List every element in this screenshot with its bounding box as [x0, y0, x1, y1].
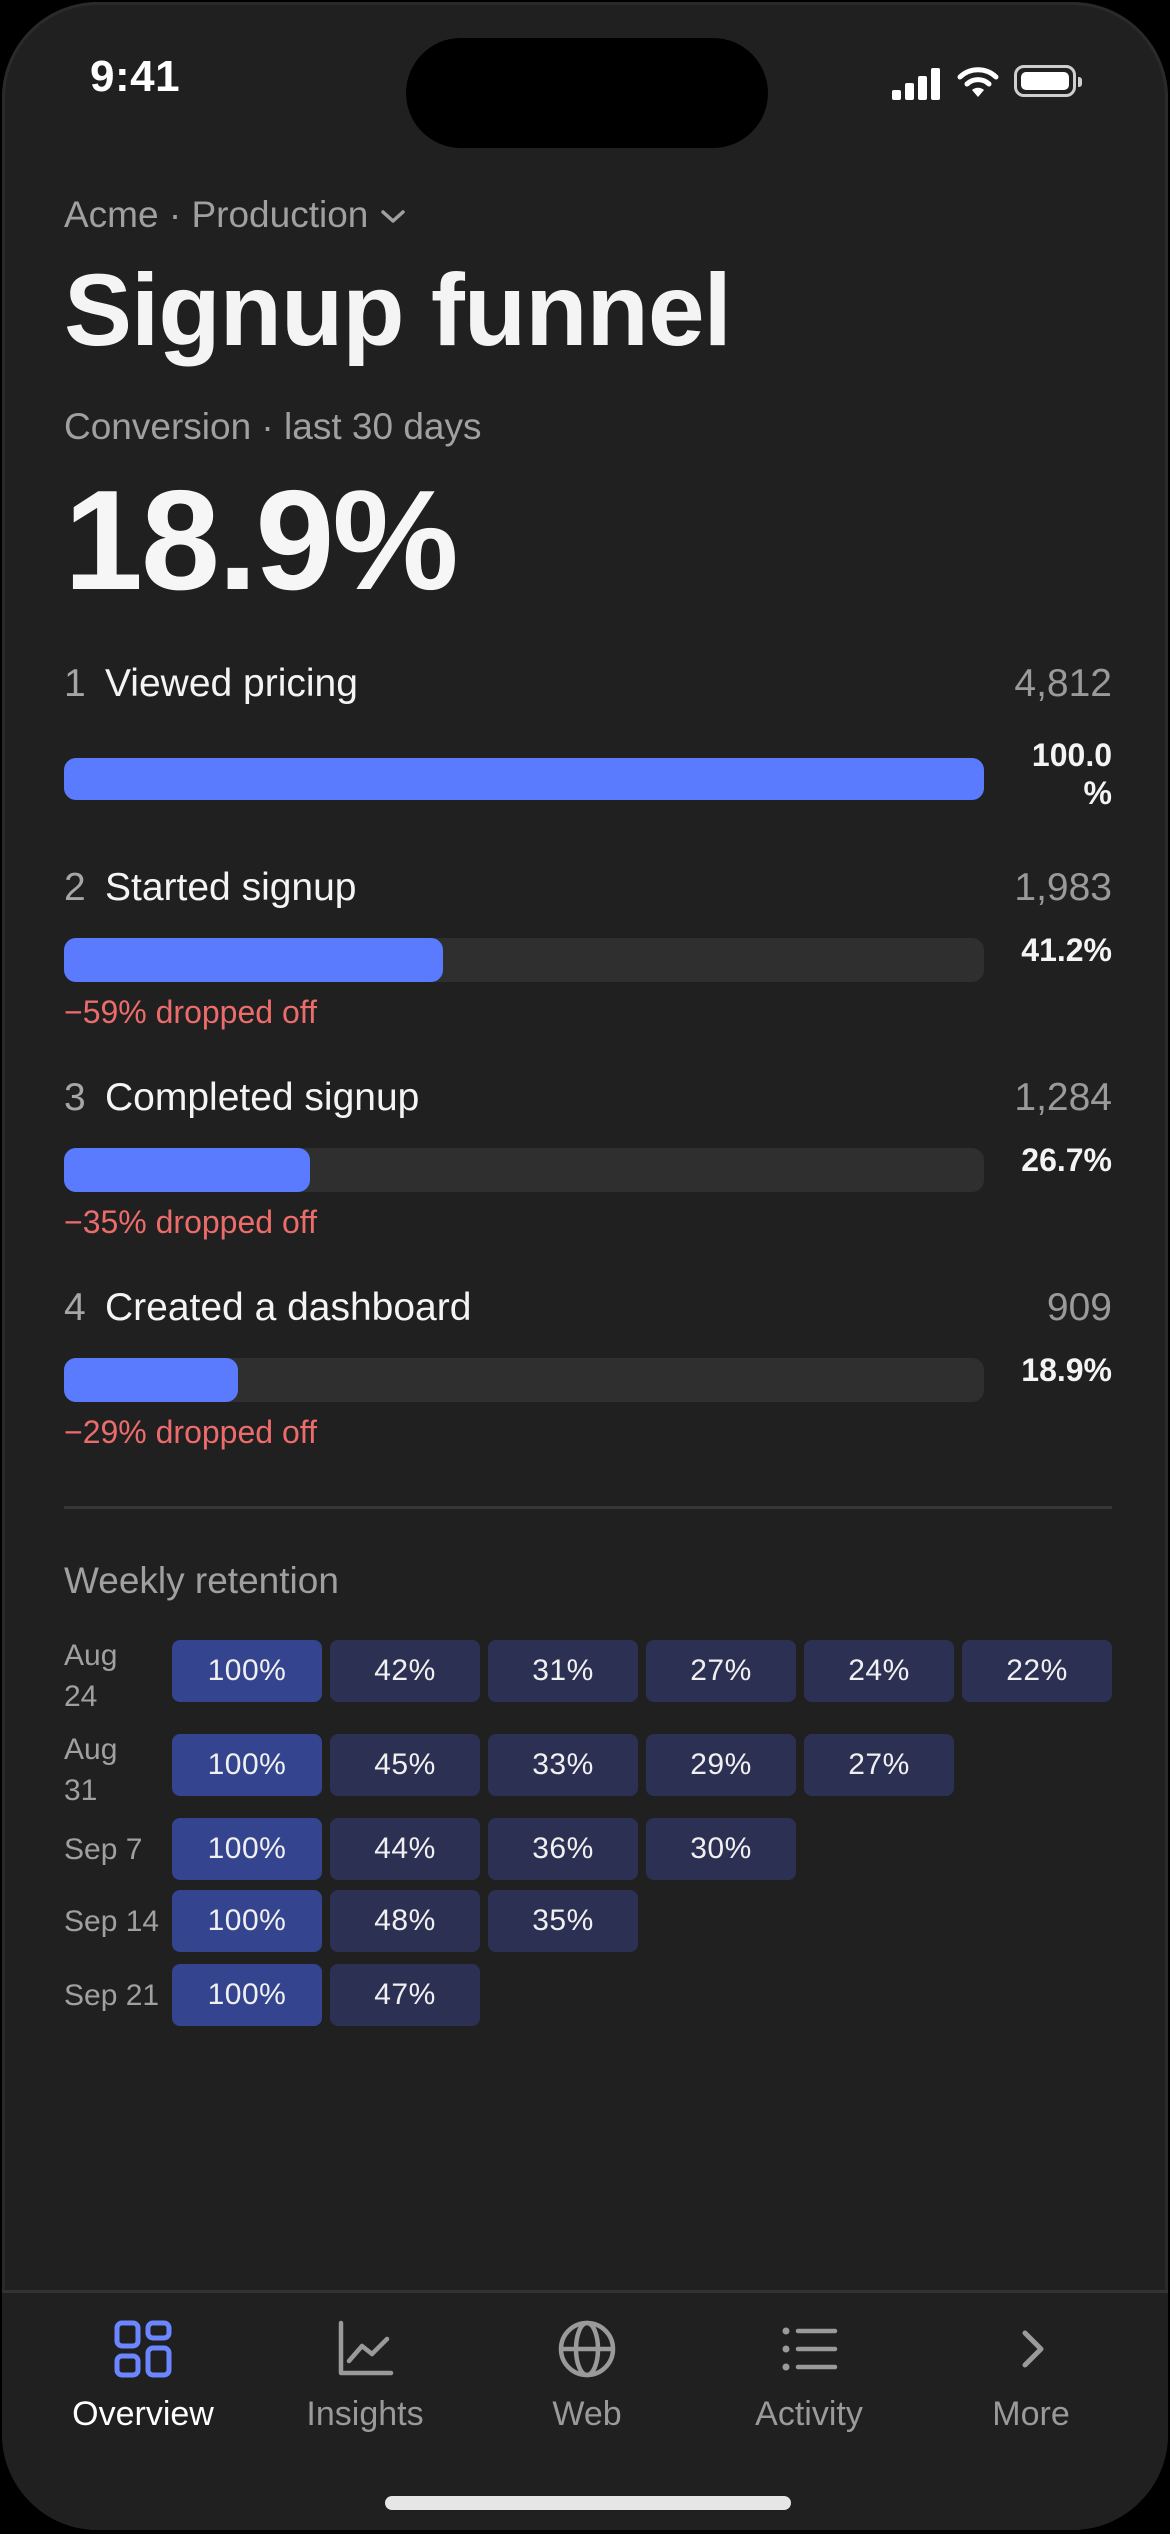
- funnel-step-header: 2 Started signup 1,983: [64, 866, 1112, 916]
- battery-icon: [1014, 65, 1082, 97]
- tab-label: Insights: [306, 2395, 424, 2433]
- funnel-bar-track: [64, 758, 984, 802]
- retention-cell[interactable]: 100%: [172, 1818, 322, 1880]
- step-number: 2: [64, 866, 86, 909]
- step-count: 4,812: [1014, 662, 1112, 705]
- step-percent: 41.2%: [1021, 932, 1112, 968]
- step-name: Started signup: [105, 866, 357, 909]
- retention-cohort-label: Sep 7: [64, 1833, 143, 1866]
- retention-cohort-label: Aug 31: [64, 1733, 118, 1807]
- funnel-step[interactable]: 2 Started signup 1,983 41.2% −59% dropped of…: [64, 866, 1112, 1066]
- tab-label: More: [992, 2395, 1070, 2433]
- chevron-down-icon: [381, 210, 406, 223]
- tab-more[interactable]: More: [920, 2317, 1142, 2434]
- step-percent: 26.7%: [1021, 1142, 1112, 1178]
- cellular-signal-icon: [892, 66, 942, 100]
- conversion-label: Conversion · last 30 days: [64, 406, 482, 447]
- wifi-icon: [957, 67, 999, 97]
- tab-activity[interactable]: Activity: [698, 2317, 920, 2434]
- tab-overview[interactable]: Overview: [32, 2317, 254, 2434]
- retention-cell[interactable]: 100%: [172, 1890, 322, 1952]
- step-number: 3: [64, 1076, 86, 1119]
- grid-icon: [114, 2320, 172, 2378]
- retention-cohort-label: Sep 14: [64, 1905, 160, 1938]
- step-name: Completed signup: [105, 1076, 420, 1119]
- retention-cell[interactable]: 35%: [488, 1890, 638, 1952]
- status-bar: 9:41: [2, 2, 1168, 152]
- step-dropoff: −59% dropped off: [64, 994, 317, 1030]
- phone-screen: 9:41 Acme · Production Signup funnel Con…: [2, 2, 1168, 2530]
- tab-bar: Overview Insights Web Activity More: [2, 2290, 1168, 2530]
- step-number: 1: [64, 662, 86, 705]
- page-title: Signup funnel: [64, 253, 732, 367]
- retention-cohort-label: Sep 21: [64, 1979, 160, 2012]
- funnel-step[interactable]: 3 Completed signup 1,284 26.7% −35% dropped …: [64, 1076, 1112, 1276]
- tab-insights[interactable]: Insights: [254, 2317, 476, 2434]
- step-name: Created a dashboard: [105, 1286, 472, 1329]
- funnel-step[interactable]: 4 Created a dashboard 909 18.9% −29% dropped…: [64, 1286, 1112, 1486]
- step-count: 909: [1046, 1286, 1112, 1329]
- funnel-bar-fill: [64, 1148, 310, 1192]
- retention-cell[interactable]: 33%: [488, 1734, 638, 1796]
- retention-cell[interactable]: 27%: [804, 1734, 954, 1796]
- step-name: Viewed pricing: [105, 662, 358, 705]
- retention-cell[interactable]: 42%: [330, 1640, 480, 1702]
- section-divider: [64, 1506, 1112, 1509]
- retention-title: Weekly retention: [64, 1560, 339, 1601]
- retention-cell[interactable]: 44%: [330, 1818, 480, 1880]
- retention-cell[interactable]: 31%: [488, 1640, 638, 1702]
- funnel-bar-fill: [64, 938, 444, 982]
- retention-cell[interactable]: 29%: [646, 1734, 796, 1796]
- list-icon: [782, 2327, 838, 2371]
- retention-cell[interactable]: 36%: [488, 1818, 638, 1880]
- retention-cell[interactable]: 100%: [172, 1964, 322, 2026]
- retention-cell[interactable]: 47%: [330, 1964, 480, 2026]
- step-percent: 100.0 %: [1031, 737, 1112, 812]
- retention-cell[interactable]: 100%: [172, 1734, 322, 1796]
- project-name: Acme · Production: [64, 194, 369, 235]
- dynamic-island: [406, 38, 768, 148]
- tab-label: Web: [552, 2395, 622, 2433]
- chevron-right-icon: [1022, 2330, 1044, 2368]
- project-selector[interactable]: Acme · Production: [64, 194, 406, 236]
- retention-cell[interactable]: 27%: [646, 1640, 796, 1702]
- step-dropoff: −29% dropped off: [64, 1414, 317, 1450]
- tab-label: Activity: [755, 2395, 863, 2433]
- conversion-value: 18.9%: [64, 461, 459, 620]
- retention-cell[interactable]: 100%: [172, 1640, 322, 1702]
- funnel-bar-fill: [64, 758, 984, 800]
- retention-cell[interactable]: 45%: [330, 1734, 480, 1796]
- funnel-step-header: 1 Viewed pricing 4,812: [64, 662, 1112, 712]
- step-count: 1,284: [1014, 1076, 1112, 1119]
- step-dropoff: −35% dropped off: [64, 1204, 317, 1240]
- retention-cell[interactable]: 22%: [962, 1640, 1112, 1702]
- step-number: 4: [64, 1286, 86, 1329]
- retention-cell[interactable]: 30%: [646, 1818, 796, 1880]
- funnel-bar-fill: [64, 1358, 238, 1402]
- retention-cohort-label: Aug 24: [64, 1639, 118, 1713]
- funnel-step-header: 4 Created a dashboard 909: [64, 1286, 1112, 1336]
- tab-label: Overview: [72, 2395, 214, 2433]
- home-indicator[interactable]: [385, 2496, 791, 2510]
- step-percent: 18.9%: [1021, 1352, 1112, 1388]
- funnel-bar-track: [64, 1358, 984, 1402]
- tab-web[interactable]: Web: [476, 2317, 698, 2434]
- status-time: 9:41: [90, 52, 181, 101]
- globe-icon: [558, 2320, 616, 2378]
- funnel-bar-track: [64, 1148, 984, 1192]
- funnel-bar-track: [64, 938, 984, 982]
- retention-cell[interactable]: 24%: [804, 1640, 954, 1702]
- funnel-step-header: 3 Completed signup 1,284: [64, 1076, 1112, 1126]
- retention-cell[interactable]: 48%: [330, 1890, 480, 1952]
- step-count: 1,983: [1014, 866, 1112, 909]
- chart-icon: [338, 2320, 394, 2376]
- funnel-step[interactable]: 1 Viewed pricing 4,812 100.0 %: [64, 662, 1112, 862]
